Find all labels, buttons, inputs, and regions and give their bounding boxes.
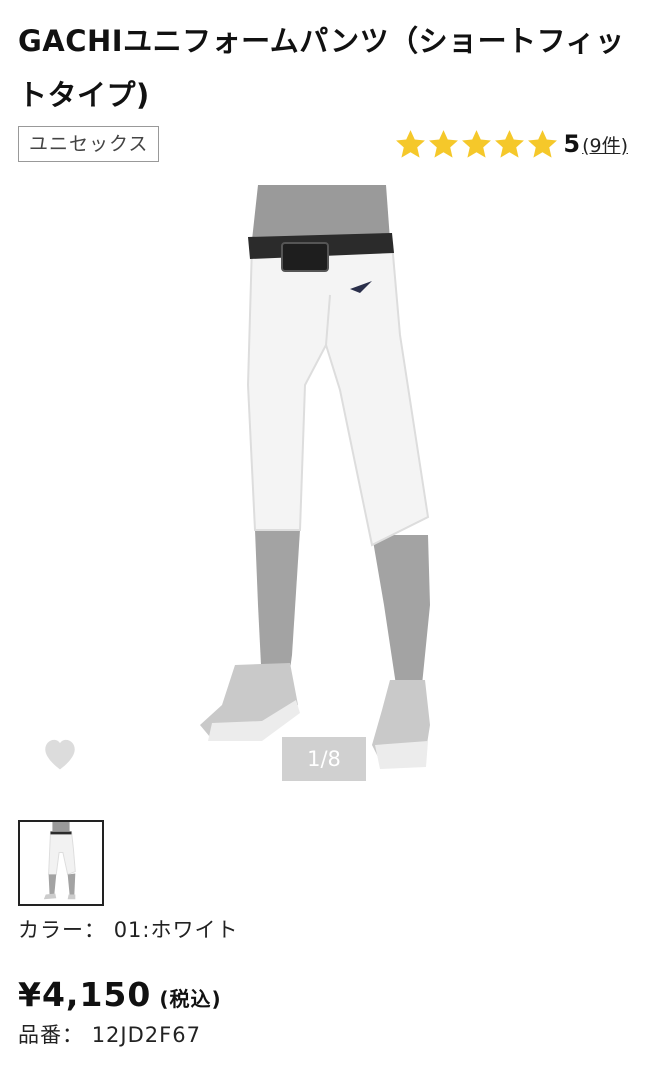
product-title: GACHIユニフォームパンツ（ショートフィットタイプ) bbox=[18, 24, 625, 112]
rating-stars bbox=[394, 128, 559, 161]
thumbnail-image bbox=[43, 822, 76, 900]
sku-value: 12JD2F67 bbox=[91, 1023, 201, 1047]
star-icon bbox=[460, 128, 493, 161]
sku-label: 品番： bbox=[18, 1023, 84, 1047]
price-value: ¥4,150 bbox=[18, 975, 152, 1014]
color-label: カラー： bbox=[18, 918, 106, 942]
star-icon bbox=[493, 128, 526, 161]
star-icon bbox=[394, 128, 427, 161]
heart-icon[interactable] bbox=[40, 735, 80, 771]
review-count-link[interactable]: (9件) bbox=[582, 131, 628, 158]
tax-label: (税込) bbox=[159, 987, 222, 1011]
product-rating[interactable]: 5 (9件) bbox=[394, 124, 628, 164]
price: ¥4,150 (税込) bbox=[18, 973, 222, 1021]
color-selection: カラー： 01:ホワイト bbox=[18, 915, 238, 945]
rating-value: 5 bbox=[563, 130, 581, 158]
star-icon bbox=[427, 128, 460, 161]
image-counter: 1/8 bbox=[282, 737, 366, 781]
gender-tag: ユニセックス bbox=[18, 126, 160, 162]
product-code: 品番： 12JD2F67 bbox=[18, 1020, 201, 1050]
thumbnail-1[interactable] bbox=[18, 820, 104, 906]
product-image bbox=[200, 185, 430, 769]
color-value: 01:ホワイト bbox=[113, 918, 239, 942]
star-icon bbox=[526, 128, 559, 161]
product-image-gallery[interactable]: 1/8 bbox=[0, 185, 648, 785]
